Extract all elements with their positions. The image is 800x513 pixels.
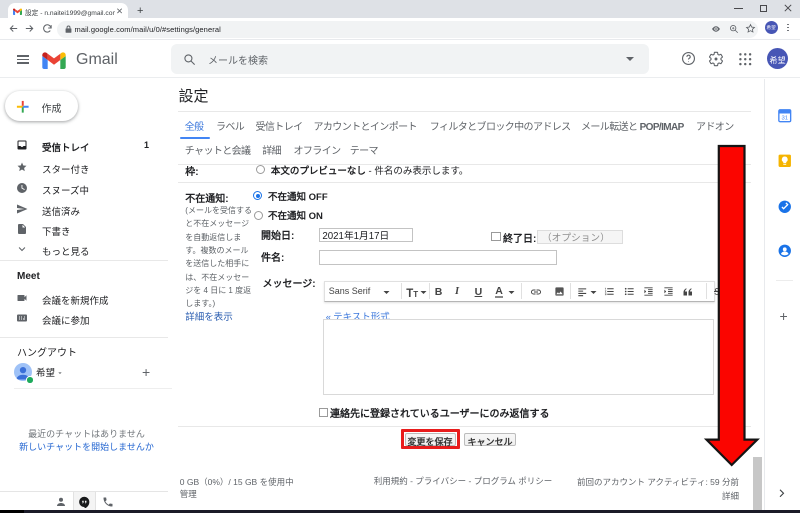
svg-text:31: 31: [781, 116, 788, 122]
